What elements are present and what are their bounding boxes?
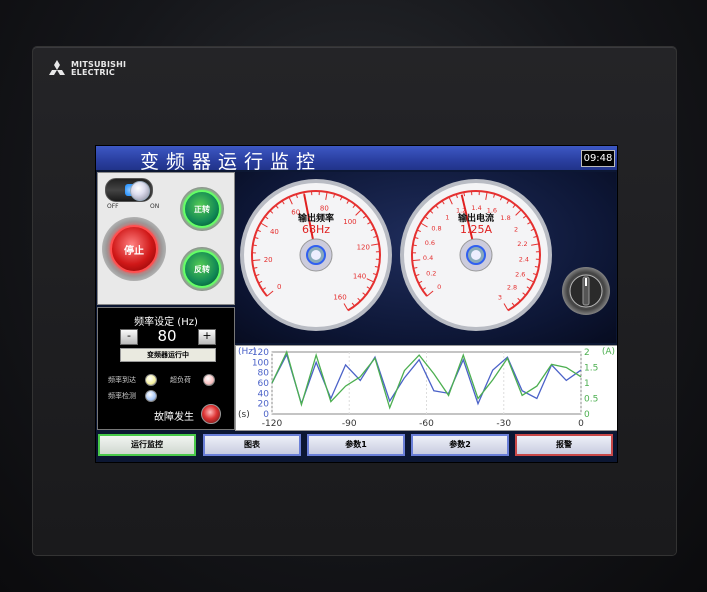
forward-label: 正转	[194, 204, 210, 214]
trend-right-tick: 0	[584, 410, 590, 420]
nav-alarm[interactable]: 报警	[515, 434, 613, 456]
freq-detect-label: 频率检测	[108, 392, 136, 400]
clock: 09:48	[581, 150, 615, 167]
current-gauge-tick	[412, 244, 417, 247]
current-gauge-tick-label: 2.2	[517, 240, 527, 248]
rotary-knob[interactable]	[562, 267, 610, 315]
title-bar: 变频器运行监控 09:48	[96, 146, 617, 173]
trend-left-tick: 80	[258, 369, 270, 379]
nav-params-1[interactable]: 参数1	[307, 434, 405, 456]
freq-gauge-tick-label: 20	[264, 256, 273, 264]
reverse-label: 反转	[194, 264, 210, 274]
overload-lamp	[203, 374, 215, 386]
freq-gauge-tick-label: 120	[357, 244, 370, 252]
current-gauge: 0 0.2 0.4 0.6 0.8 1 1.2 1.4 1.6 1.8 2 2.2 2.4 2.6 2.8 3…	[398, 177, 554, 333]
trend-chart: (Hz) (A) (s) 120 100 80 60 40 20 0 2 1.5 1 0.5 0 -120 -9…	[235, 345, 617, 431]
frequency-setting-title: 频率设定 (Hz)	[134, 317, 198, 328]
toggle-off-label: OFF	[107, 203, 119, 210]
freq-gauge-tick	[252, 244, 257, 247]
stop-label: 停止	[124, 245, 144, 257]
frequency-gauge: 0 20 40 60 80 100 120 140 160 输出频率 68Hz	[238, 177, 394, 333]
current-gauge-tick-label: 2.6	[515, 270, 525, 278]
decrease-button[interactable]: -	[120, 329, 138, 345]
trend-left-tick: 40	[258, 389, 270, 399]
trend-left-tick: 100	[252, 358, 269, 368]
trend-x-tick: 0	[578, 419, 584, 429]
gauge-area: 菜单 020406080100120140160 输出频率 68Hz 00.20…	[235, 172, 616, 343]
control-panel: OFF ON 停止 正转 反转	[97, 172, 235, 305]
page-title: 变频器运行监控	[140, 151, 323, 173]
nav-bar: 运行监控 图表 参数1 参数2 报警	[96, 431, 617, 461]
trend-right-tick: 0.5	[584, 395, 598, 405]
current-gauge-tick	[412, 259, 421, 262]
trend-right-tick: 1	[584, 379, 590, 389]
power-toggle[interactable]	[105, 178, 153, 202]
brand-line2: ELECTRIC	[71, 68, 115, 77]
freq-reached-lamp	[145, 374, 157, 386]
hmi-screen: 变频器运行监控 09:48 OFF ON 停止 正转 反转 频率设定 (Hz) …	[95, 145, 618, 463]
trend-right-tick: 2	[584, 348, 590, 358]
current-gauge-tick-label: 3	[498, 294, 502, 302]
trend-plot: (Hz) (A)(s)12010080604020021.510.50-120 -9…	[238, 347, 615, 429]
increase-button[interactable]: +	[198, 329, 216, 345]
nav-run-monitor[interactable]: 运行监控	[98, 434, 196, 456]
trend-x-tick: -120	[262, 419, 283, 429]
freq-gauge-tick-label: 160	[333, 294, 346, 302]
trend-x-unit: (s)	[238, 410, 250, 420]
current-gauge-tick-label: 0	[437, 283, 441, 291]
freq-reached-label: 频率到达	[108, 376, 136, 384]
current-readout: 1.25A	[459, 223, 493, 236]
frequency-readout: 68Hz	[301, 223, 331, 236]
current-gauge-tick-label: 0.6	[425, 239, 435, 247]
reverse-button[interactable]: 反转	[180, 247, 224, 291]
current-gauge-hub-center	[471, 250, 481, 260]
fault-lamp	[201, 404, 221, 424]
toggle-knob	[130, 181, 150, 201]
knob-face-icon	[569, 274, 603, 308]
trend-x-tick: -90	[342, 419, 357, 429]
trend-left-tick: 20	[258, 400, 270, 410]
nav-params-2[interactable]: 参数2	[411, 434, 509, 456]
fault-label: 故障发生	[154, 412, 194, 423]
running-status: 变频器运行中	[120, 348, 216, 362]
trend-x-tick: -30	[496, 419, 511, 429]
trend-left-tick: 120	[252, 348, 269, 358]
trend-left-tick: 60	[258, 379, 270, 389]
mitsubishi-diamonds-icon	[49, 60, 65, 75]
trend-right-unit: (A)	[602, 347, 615, 357]
current-gauge-tick-label: 0.4	[423, 254, 433, 262]
trend-right-tick: 1.5	[584, 364, 598, 374]
current-gauge-tick-label: 2.4	[519, 255, 529, 263]
frequency-setting-panel: 频率设定 (Hz) - 80 + 变频器运行中 频率到达 超负荷 频率检测 故障…	[97, 307, 235, 430]
freq-detect-lamp	[145, 390, 157, 402]
current-gauge-tick-label: 2.8	[507, 284, 517, 292]
stop-button[interactable]: 停止	[102, 217, 166, 281]
current-gauge-tick-label: 0.2	[426, 269, 436, 277]
brand-logo: MITSUBISHI ELECTRIC	[47, 60, 126, 78]
overload-label: 超负荷	[170, 376, 191, 384]
freq-gauge-tick	[252, 259, 261, 262]
frequency-dial: 0204060 80100120140160	[240, 179, 392, 331]
forward-button[interactable]: 正转	[180, 187, 224, 231]
toggle-on-label: ON	[150, 203, 160, 210]
current-dial: 00.20.40.60.811.2 1.4 1.61.822.22.42.62.83	[400, 179, 552, 331]
frequency-value[interactable]: 80	[140, 328, 194, 344]
freq-gauge-tick-label: 0	[277, 283, 281, 291]
freq-gauge-hub-center	[311, 250, 321, 260]
nav-chart[interactable]: 图表	[203, 434, 301, 456]
freq-gauge-tick-label: 140	[353, 272, 366, 280]
trend-x-tick: -60	[419, 419, 434, 429]
